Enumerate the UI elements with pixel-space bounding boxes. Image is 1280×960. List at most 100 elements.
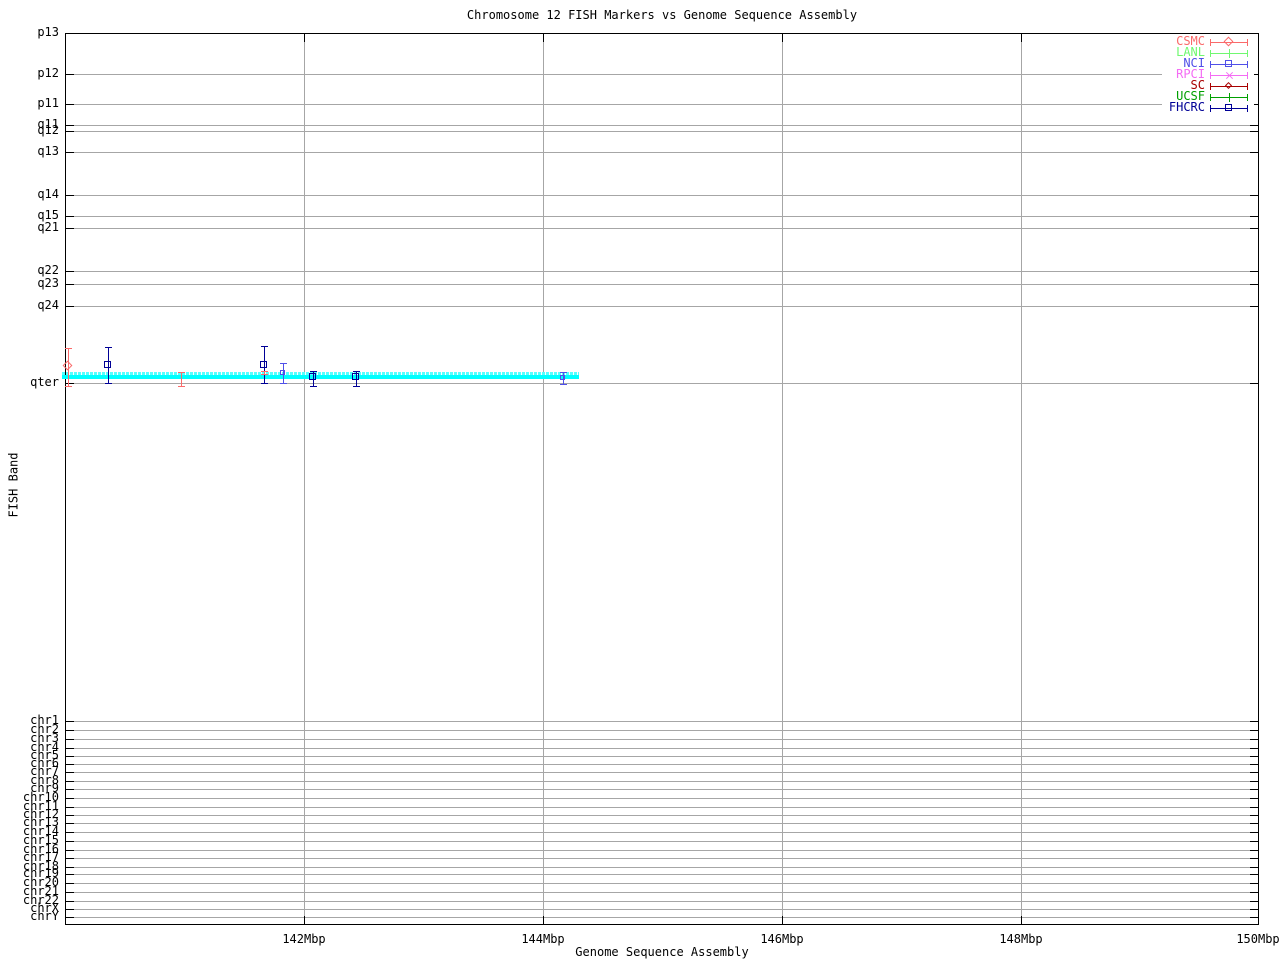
error-bar-cap	[560, 384, 567, 385]
error-bar-cap	[280, 383, 287, 384]
square-small-marker	[560, 375, 565, 380]
y-tick-right	[1250, 867, 1258, 868]
y-tick-left	[66, 131, 74, 132]
error-bar-cap	[178, 386, 185, 387]
y-tick-left	[66, 152, 74, 153]
y-tick-left	[66, 772, 74, 773]
y-tick-right	[1250, 823, 1258, 824]
y-tick-left	[66, 104, 74, 105]
y-tick-left	[66, 781, 74, 782]
y-tick-right	[1250, 739, 1258, 740]
legend-sample-cap	[1210, 72, 1211, 79]
y-tick-right	[1250, 832, 1258, 833]
y-tick-left	[66, 850, 74, 851]
y-tick-left	[66, 892, 74, 893]
x-tick-bottom	[782, 916, 783, 924]
legend-label-fhcrc: FHCRC	[1105, 101, 1205, 114]
error-bar-cap	[310, 386, 317, 387]
x-tick-bottom	[543, 916, 544, 924]
fish-marker-chart: Chromosome 12 FISH Markers vs Genome Seq…	[0, 0, 1280, 960]
y-tick-right	[1250, 271, 1258, 272]
y-tick-right	[1250, 789, 1258, 790]
band-label-q24: q24	[0, 299, 59, 312]
legend-sample-cap	[1247, 50, 1248, 57]
square-marker	[104, 361, 111, 368]
y-tick-left	[66, 858, 74, 859]
y-tick-right	[1250, 901, 1258, 902]
plot-canvas: p13p12p11q11q12q13q14q15q21q22q23q24qter…	[0, 0, 1280, 960]
x-tick-top	[543, 34, 544, 42]
square-marker	[1225, 104, 1232, 111]
y-tick-right	[1250, 874, 1258, 875]
y-tick-left	[66, 228, 74, 229]
x-tick-label: 146Mbp	[746, 933, 818, 946]
y-tick-left	[66, 815, 74, 816]
y-tick-right	[1250, 917, 1258, 918]
x-tick-label: 142Mbp	[268, 933, 340, 946]
y-tick-right	[1250, 131, 1258, 132]
error-bar-cap	[280, 363, 287, 364]
error-bar-cap	[65, 386, 72, 387]
band-label-q23: q23	[0, 277, 59, 290]
x-tick-top	[1021, 34, 1022, 42]
x-tick-top	[782, 34, 783, 42]
y-tick-left	[66, 832, 74, 833]
y-tick-left	[66, 789, 74, 790]
y-tick-right	[1250, 781, 1258, 782]
y-tick-left	[66, 764, 74, 765]
y-tick-right	[1250, 195, 1258, 196]
band-label-p11: p11	[0, 97, 59, 110]
y-tick-right	[1250, 764, 1258, 765]
square-marker	[260, 361, 267, 368]
square-marker	[1225, 60, 1232, 67]
y-tick-right	[1250, 730, 1258, 731]
legend-sample-cap	[1247, 83, 1248, 90]
y-tick-left	[66, 823, 74, 824]
y-tick-right	[1250, 858, 1258, 859]
y-tick-right	[1250, 807, 1258, 808]
x-tick-label: 150Mbp	[1222, 933, 1280, 946]
error-bar-cap	[261, 371, 268, 372]
y-tick-right	[1250, 383, 1258, 384]
y-tick-right	[1250, 33, 1258, 34]
band-label-p13: p13	[0, 26, 59, 39]
legend-sample-cap	[1247, 61, 1248, 68]
chromosome-label-chrY: chrY	[0, 910, 59, 923]
plot-frame	[65, 33, 1259, 925]
y-tick-right	[1250, 798, 1258, 799]
y-tick-left	[66, 730, 74, 731]
square-marker	[309, 373, 316, 380]
y-tick-left	[66, 748, 74, 749]
y-tick-left	[66, 901, 74, 902]
y-tick-right	[1250, 306, 1258, 307]
legend-sample-cap	[1210, 61, 1211, 68]
error-bar-cap	[261, 383, 268, 384]
legend-sample-cap	[1210, 105, 1211, 112]
legend-sample-cap	[1247, 72, 1248, 79]
y-tick-left	[66, 195, 74, 196]
y-tick-left	[66, 917, 74, 918]
legend-sample-cap	[1247, 105, 1248, 112]
error-bar-cap	[261, 346, 268, 347]
x-tick-label: 144Mbp	[507, 933, 579, 946]
y-tick-left	[66, 271, 74, 272]
y-tick-right	[1250, 892, 1258, 893]
y-tick-left	[66, 739, 74, 740]
y-tick-left	[66, 807, 74, 808]
y-tick-right	[1250, 152, 1258, 153]
error-bar-cap	[65, 348, 72, 349]
band-label-q14: q14	[0, 188, 59, 201]
y-tick-right	[1250, 125, 1258, 126]
error-bar-cap	[105, 383, 112, 384]
band-label-p12: p12	[0, 67, 59, 80]
x-tick-bottom	[304, 916, 305, 924]
legend-sample-cap	[1210, 83, 1211, 90]
legend-sample-cap	[1247, 94, 1248, 101]
square-marker	[352, 373, 359, 380]
band-label-q13: q13	[0, 145, 59, 158]
error-bar-cap	[353, 386, 360, 387]
tick-marker	[1229, 49, 1230, 58]
error-bar-cap	[353, 371, 360, 372]
consensus-band	[62, 375, 579, 379]
x-tick-bottom	[1258, 916, 1259, 924]
